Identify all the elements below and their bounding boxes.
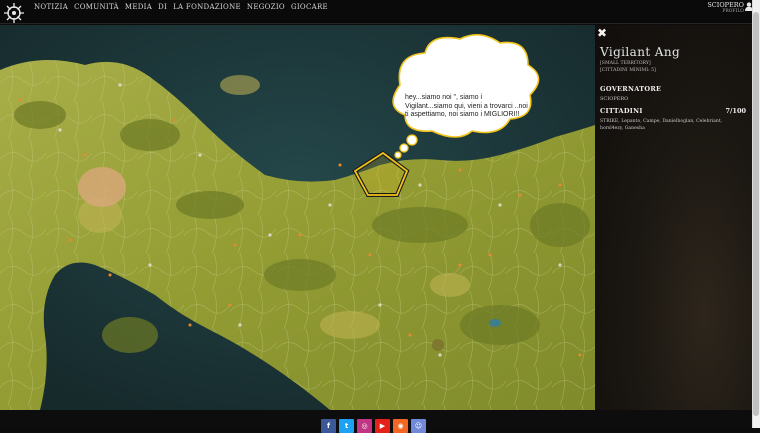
governor-name[interactable]: SCIOPERO: [600, 96, 628, 102]
nav-item-1[interactable]: COMUNITÀ: [74, 3, 119, 11]
discord-icon[interactable]: ☺: [411, 419, 426, 433]
nav-item-0[interactable]: NOTIZIA: [34, 3, 68, 11]
profile-link[interactable]: PROFILO: [707, 9, 744, 14]
main-nav: NOTIZIA COMUNITÀ MEDIA DI LA FONDAZIONE NEGOZ…: [34, 3, 328, 11]
territory-min-citizens: [CITTADINI MINIMI: 5]: [600, 68, 656, 73]
nav-item-2[interactable]: MEDIA: [125, 3, 152, 11]
territory-size: [SMALL TERRITORY]: [600, 61, 651, 66]
nav-item-6[interactable]: GIOCARE: [291, 3, 328, 11]
citizens-list: STRIKE, Lepanto, Campe, Danielhoglan, Ce…: [600, 119, 723, 131]
bubble-message: hey...siamo noi ", siamo i Vigilant...si…: [405, 94, 528, 118]
nav-item-4[interactable]: LA FONDAZIONE: [173, 3, 241, 11]
facebook-icon[interactable]: f: [321, 419, 336, 433]
territory-panel: ✖ Vigilant Ang [SMALL TERRITORY] [CITTAD…: [595, 25, 752, 410]
rss-icon[interactable]: ◉: [393, 419, 408, 433]
social-links: f t ◎ ▶ ◉ ☺: [321, 419, 426, 433]
panel-background: [595, 25, 752, 410]
map-canvas[interactable]: [0, 25, 595, 410]
close-icon[interactable]: ✖: [597, 26, 607, 40]
nav-item-5[interactable]: NEGOZIO: [247, 3, 285, 11]
site-logo-icon[interactable]: [3, 2, 25, 24]
governor-heading: GOVERNATORE: [600, 85, 662, 93]
territory-title: Vigilant Ang: [600, 45, 681, 59]
youtube-icon[interactable]: ▶: [375, 419, 390, 433]
instagram-icon[interactable]: ◎: [357, 419, 372, 433]
citizens-count: 7/100: [725, 107, 746, 115]
citizens-heading: CITTADINI: [600, 107, 643, 115]
territory-map[interactable]: hey...siamo noi ", siamo i Vigilant...si…: [0, 25, 595, 410]
twitter-icon[interactable]: t: [339, 419, 354, 433]
top-navigation-bar: NOTIZIA COMUNITÀ MEDIA DI LA FONDAZIONE NEGOZ…: [0, 0, 753, 24]
scrollbar-thumb[interactable]: [753, 12, 759, 416]
user-name[interactable]: SCIOPERO: [707, 1, 744, 9]
footer: f t ◎ ▶ ◉ ☺: [0, 410, 752, 433]
nav-item-3[interactable]: DI: [158, 3, 167, 11]
user-menu[interactable]: SCIOPERO PROFILO: [707, 0, 753, 14]
